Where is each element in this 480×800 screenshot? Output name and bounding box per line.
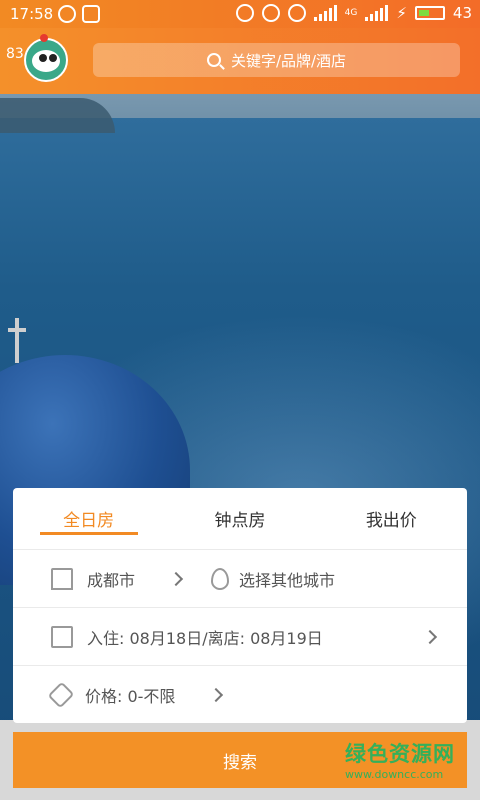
battery-level: 43 bbox=[452, 4, 472, 22]
message-count-badge: 83 bbox=[6, 46, 24, 62]
chevron-right-icon bbox=[422, 629, 438, 644]
charging-icon: ⚡ bbox=[396, 4, 407, 22]
choose-other-city[interactable]: 选择其他城市 bbox=[239, 567, 335, 591]
signal-4g-icon bbox=[365, 5, 389, 21]
signal-icon bbox=[313, 5, 337, 21]
site-watermark: 绿色资源网 www.downcc.com bbox=[345, 738, 463, 781]
church-cross bbox=[8, 318, 26, 363]
search-placeholder: 关键字/品牌/酒店 bbox=[230, 51, 347, 70]
notification-icon bbox=[82, 5, 100, 23]
status-bar: 17:58 4G ⚡ 43 bbox=[0, 0, 480, 28]
nfc-icon bbox=[235, 4, 254, 22]
status-right-icons: 4G ⚡ 43 bbox=[235, 4, 472, 22]
tab-bid[interactable]: 我出价 bbox=[316, 488, 467, 549]
network-type: 4G bbox=[344, 8, 358, 18]
panda-left-eye bbox=[39, 54, 47, 62]
chevron-right-icon[interactable] bbox=[168, 571, 184, 586]
current-city[interactable]: 成都市 bbox=[87, 567, 135, 591]
battery-icon bbox=[414, 6, 445, 20]
search-icon bbox=[206, 53, 221, 67]
price-tag-icon bbox=[47, 681, 75, 709]
wifi-icon bbox=[287, 4, 306, 22]
date-row[interactable]: 入住: 08月18日/离店: 08月19日 bbox=[13, 608, 467, 666]
status-notification-icons bbox=[58, 5, 100, 23]
watermark-title: 绿色资源网 bbox=[345, 742, 455, 766]
city-row: 成都市 选择其他城市 bbox=[13, 550, 467, 608]
panda-right-eye bbox=[49, 54, 57, 62]
watermark-url: www.downcc.com bbox=[345, 768, 444, 781]
stay-dates: 入住: 08月18日/离店: 08月19日 bbox=[87, 628, 323, 648]
tab-hourly[interactable]: 钟点房 bbox=[164, 488, 315, 549]
distant-island bbox=[0, 98, 115, 133]
search-bar[interactable]: 关键字/品牌/酒店 bbox=[93, 43, 460, 77]
alarm-icon bbox=[261, 4, 280, 22]
tab-full-day[interactable]: 全日房 bbox=[13, 488, 164, 549]
booking-card: 全日房 钟点房 我出价 成都市 选择其他城市 入住: 08月18日/离店: 08… bbox=[13, 488, 467, 723]
home-icon bbox=[51, 567, 73, 590]
room-type-tabs: 全日房 钟点房 我出价 bbox=[13, 488, 467, 550]
chevron-right-icon bbox=[209, 687, 224, 703]
user-avatar[interactable] bbox=[24, 38, 68, 82]
status-time: 17:58 bbox=[10, 5, 54, 23]
panda-icon bbox=[32, 50, 60, 72]
sync-icon bbox=[58, 5, 76, 23]
app-header: 83 关键字/品牌/酒店 bbox=[0, 28, 480, 94]
unread-dot bbox=[40, 34, 48, 42]
location-pin-icon bbox=[211, 567, 230, 590]
calendar-icon bbox=[51, 625, 73, 648]
price-range: 价格: 0-不限 bbox=[85, 687, 176, 706]
price-row[interactable]: 价格: 0-不限 bbox=[13, 666, 467, 724]
